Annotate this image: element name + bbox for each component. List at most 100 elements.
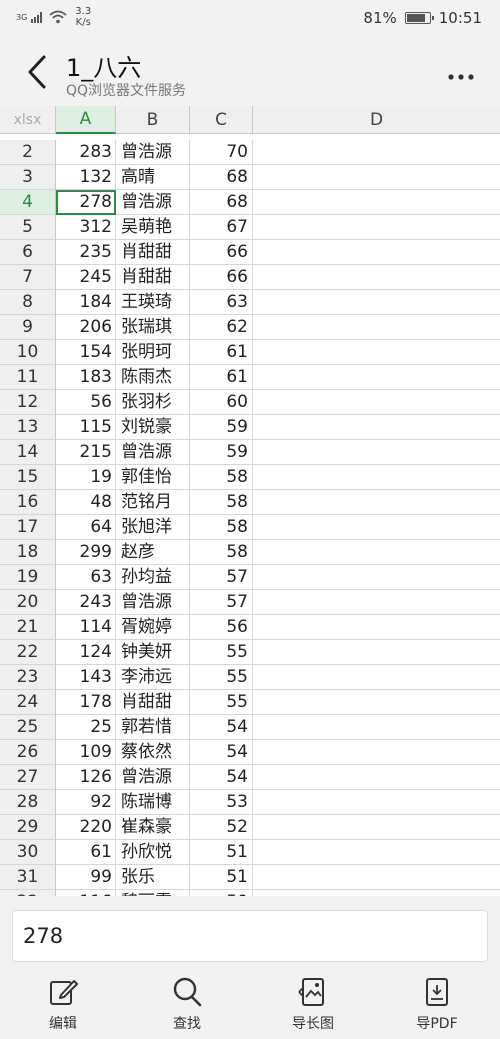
cell-c[interactable]: 61 — [190, 365, 253, 390]
row-number[interactable]: 32 — [0, 890, 56, 896]
row-number[interactable]: 10 — [0, 340, 56, 365]
cell-d[interactable] — [253, 790, 500, 815]
cell-a[interactable]: 92 — [56, 790, 116, 815]
cell-d[interactable] — [253, 765, 500, 790]
table-row[interactable]: 24 178 肖甜甜 55 — [0, 690, 500, 715]
table-row[interactable]: 22 124 钟美妍 55 — [0, 640, 500, 665]
cell-a[interactable]: 116 — [56, 890, 116, 896]
table-row[interactable]: 3 132 高晴 68 — [0, 165, 500, 190]
table-row[interactable]: 8 184 王瑛琦 63 — [0, 290, 500, 315]
back-button[interactable] — [22, 52, 52, 92]
row-number[interactable]: 29 — [0, 815, 56, 840]
cell-a[interactable]: 278 — [56, 190, 116, 215]
table-row[interactable]: 12 56 张羽杉 60 — [0, 390, 500, 415]
table-row[interactable]: 11 183 陈雨杰 61 — [0, 365, 500, 390]
cell-c[interactable]: 67 — [190, 215, 253, 240]
column-header-a[interactable]: A — [56, 106, 116, 134]
row-number[interactable]: 8 — [0, 290, 56, 315]
cell-c[interactable]: 57 — [190, 590, 253, 615]
cell-c[interactable]: 54 — [190, 740, 253, 765]
cell-a[interactable]: 114 — [56, 615, 116, 640]
cell-a[interactable]: 19 — [56, 465, 116, 490]
row-number[interactable]: 12 — [0, 390, 56, 415]
cell-a[interactable]: 154 — [56, 340, 116, 365]
cell-a[interactable]: 109 — [56, 740, 116, 765]
cell-d[interactable] — [253, 665, 500, 690]
cell-a[interactable]: 235 — [56, 240, 116, 265]
cell-c[interactable]: 59 — [190, 415, 253, 440]
table-row[interactable]: 10 154 张明珂 61 — [0, 340, 500, 365]
cell-c[interactable]: 66 — [190, 240, 253, 265]
cell-d[interactable] — [253, 315, 500, 340]
row-number[interactable]: 16 — [0, 490, 56, 515]
table-row[interactable]: 17 64 张旭洋 58 — [0, 515, 500, 540]
cell-b[interactable]: 范铭月 — [116, 490, 190, 515]
row-number[interactable]: 31 — [0, 865, 56, 890]
cell-c[interactable]: 51 — [190, 840, 253, 865]
cell-b[interactable]: 郭佳怡 — [116, 465, 190, 490]
table-row[interactable]: 9 206 张瑞琪 62 — [0, 315, 500, 340]
cell-c[interactable]: 53 — [190, 790, 253, 815]
cell-d[interactable] — [253, 590, 500, 615]
cell-d[interactable] — [253, 265, 500, 290]
table-row[interactable]: 15 19 郭佳怡 58 — [0, 465, 500, 490]
cell-c[interactable]: 60 — [190, 390, 253, 415]
row-number[interactable]: 18 — [0, 540, 56, 565]
table-row[interactable]: 29 220 崔森豪 52 — [0, 815, 500, 840]
cell-c[interactable]: 68 — [190, 165, 253, 190]
table-row[interactable]: 6 235 肖甜甜 66 — [0, 240, 500, 265]
cell-d[interactable] — [253, 490, 500, 515]
cell-b[interactable]: 张羽杉 — [116, 390, 190, 415]
row-number[interactable]: 25 — [0, 715, 56, 740]
cell-a[interactable]: 215 — [56, 440, 116, 465]
cell-d[interactable] — [253, 715, 500, 740]
table-row[interactable]: 5 312 吴萌艳 67 — [0, 215, 500, 240]
cell-c[interactable]: 55 — [190, 640, 253, 665]
cell-b[interactable]: 李沛远 — [116, 665, 190, 690]
row-number[interactable]: 4 — [0, 190, 56, 215]
cell-a[interactable]: 61 — [56, 840, 116, 865]
row-number[interactable]: 26 — [0, 740, 56, 765]
cell-d[interactable] — [253, 390, 500, 415]
cell-b[interactable]: 刘锐豪 — [116, 415, 190, 440]
cell-c[interactable]: 61 — [190, 340, 253, 365]
table-row[interactable]: 19 63 孙均益 57 — [0, 565, 500, 590]
column-header-d[interactable]: D — [253, 106, 500, 134]
cell-b[interactable]: 曾浩源 — [116, 590, 190, 615]
cell-c[interactable]: 58 — [190, 490, 253, 515]
table-row[interactable]: 18 299 赵彦 58 — [0, 540, 500, 565]
table-row[interactable]: 20 243 曾浩源 57 — [0, 590, 500, 615]
cell-d[interactable] — [253, 465, 500, 490]
more-menu-button[interactable] — [448, 62, 474, 87]
row-number[interactable]: 27 — [0, 765, 56, 790]
row-number[interactable]: 19 — [0, 565, 56, 590]
cell-d[interactable] — [253, 640, 500, 665]
cell-b[interactable]: 张瑞琪 — [116, 315, 190, 340]
row-number[interactable]: 13 — [0, 415, 56, 440]
row-number[interactable]: 5 — [0, 215, 56, 240]
spreadsheet-view[interactable]: xlsx A B C D 2 283 曾浩源 70 3 132 高晴 68 4 278 曾浩源 68 5… — [0, 106, 500, 896]
table-row[interactable]: 23 143 李沛远 55 — [0, 665, 500, 690]
cell-d[interactable] — [253, 815, 500, 840]
cell-a[interactable]: 184 — [56, 290, 116, 315]
cell-a[interactable]: 48 — [56, 490, 116, 515]
row-number[interactable]: 24 — [0, 690, 56, 715]
cell-d[interactable] — [253, 415, 500, 440]
table-row[interactable]: 13 115 刘锐豪 59 — [0, 415, 500, 440]
cell-d[interactable] — [253, 340, 500, 365]
cell-a[interactable]: 143 — [56, 665, 116, 690]
cell-c[interactable]: 55 — [190, 665, 253, 690]
table-row[interactable]: 30 61 孙欣悦 51 — [0, 840, 500, 865]
cell-b[interactable]: 郭若惜 — [116, 715, 190, 740]
cell-a[interactable]: 243 — [56, 590, 116, 615]
cell-b[interactable]: 蔡依然 — [116, 740, 190, 765]
cell-d[interactable] — [253, 215, 500, 240]
cell-b[interactable]: 曾浩源 — [116, 440, 190, 465]
row-number[interactable]: 14 — [0, 440, 56, 465]
table-row[interactable]: 2 283 曾浩源 70 — [0, 140, 500, 165]
cell-b[interactable]: 孙均益 — [116, 565, 190, 590]
cell-b[interactable]: 王瑛琦 — [116, 290, 190, 315]
cell-c[interactable]: 56 — [190, 615, 253, 640]
cell-c[interactable]: 50 — [190, 890, 253, 896]
cell-c[interactable]: 63 — [190, 290, 253, 315]
